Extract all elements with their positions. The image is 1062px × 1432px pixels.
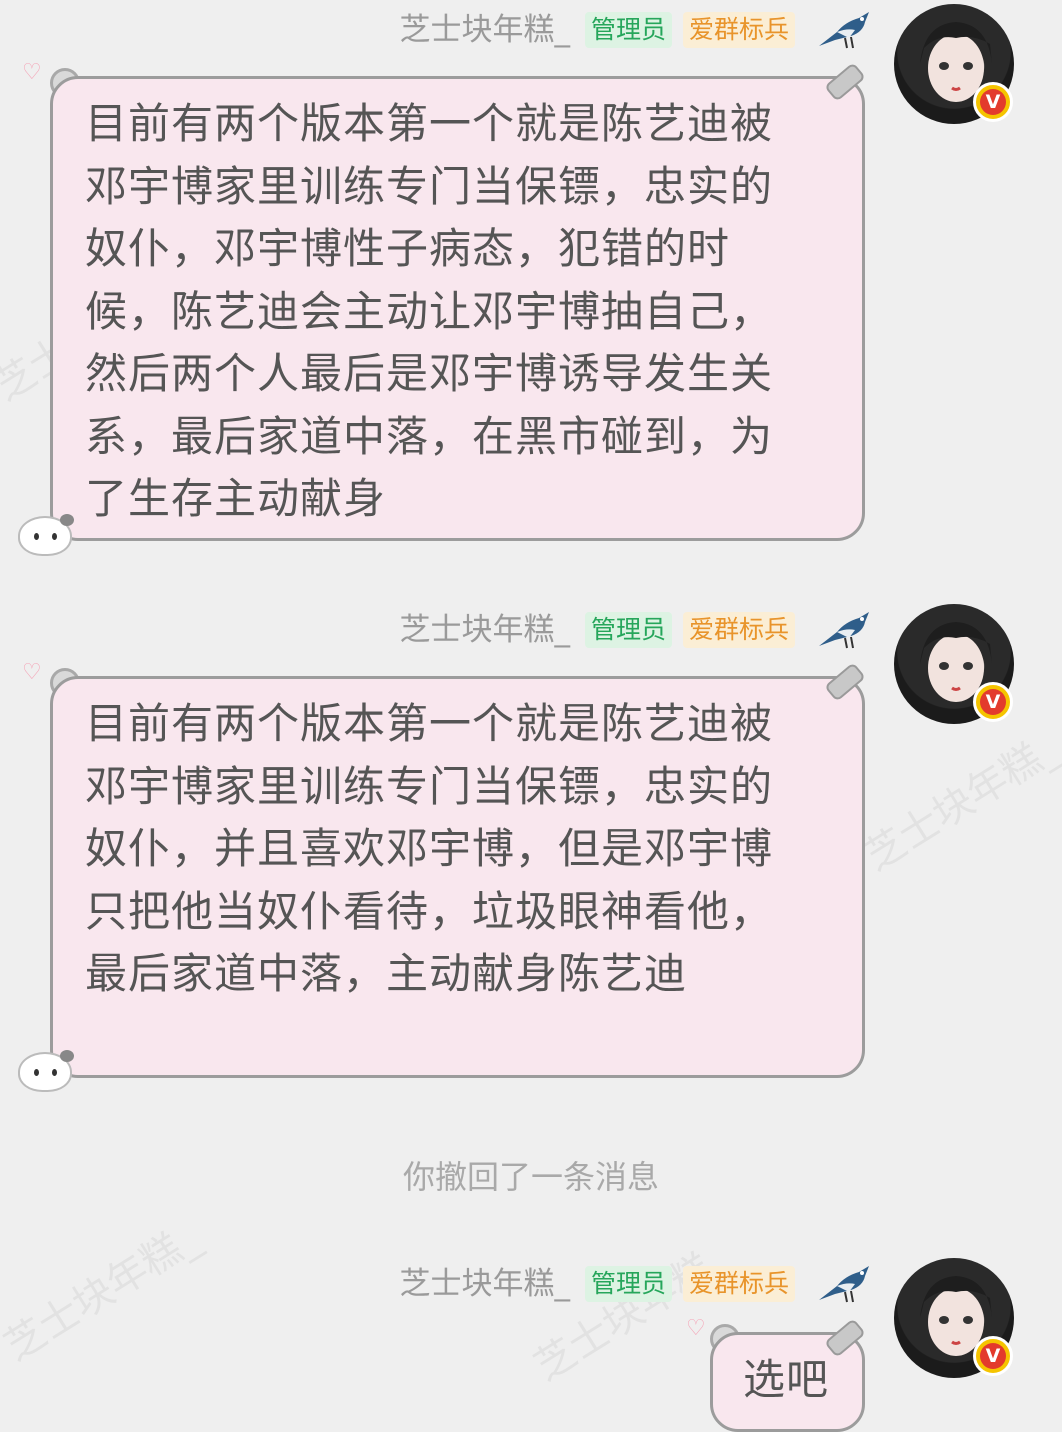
sender-nickname[interactable]: 芝士块年糕_ bbox=[400, 610, 571, 650]
message-text: 目前有两个版本第一个就是陈艺迪被邓宇博家里训练专门当保镖，忠实的奴仆，邓宇博性子… bbox=[85, 99, 774, 523]
magpie-icon bbox=[819, 1266, 869, 1303]
message-text: 目前有两个版本第一个就是陈艺迪被邓宇博家里训练专门当保镖，忠实的奴仆，并且喜欢邓… bbox=[85, 699, 774, 998]
admin-tag: 管理员 bbox=[585, 1266, 673, 1302]
admin-tag: 管理员 bbox=[585, 12, 673, 48]
admin-tag: 管理员 bbox=[585, 612, 673, 648]
heart-icon: ♡ bbox=[686, 1316, 706, 1341]
watermark: 芝士块年糕_ bbox=[856, 724, 1062, 881]
recall-notice: 你撤回了一条消息 bbox=[402, 1158, 659, 1196]
fans-level-tag: 爱群标兵 bbox=[683, 612, 796, 648]
heart-icon: ♡ bbox=[22, 60, 42, 85]
verified-badge-icon: V bbox=[973, 82, 1013, 122]
fans-level-tag: 爱群标兵 bbox=[683, 1266, 796, 1302]
magpie-icon bbox=[819, 612, 869, 649]
heart-icon: ♡ bbox=[22, 660, 42, 685]
verified-badge-icon: V bbox=[973, 682, 1013, 722]
message-text: 选吧 bbox=[743, 1355, 830, 1404]
verified-badge-icon: V bbox=[973, 1336, 1013, 1376]
sender-nickname[interactable]: 芝士块年糕_ bbox=[400, 1264, 571, 1304]
kitty-decoration-icon bbox=[18, 1050, 74, 1092]
fans-level-tag: 爱群标兵 bbox=[683, 12, 796, 48]
magpie-icon bbox=[819, 12, 869, 49]
watermark: 芝士块年糕_ bbox=[526, 1234, 738, 1391]
message-bubble[interactable]: 目前有两个版本第一个就是陈艺迪被邓宇博家里训练专门当保镖，忠实的奴仆，并且喜欢邓… bbox=[50, 676, 865, 1078]
message-bubble[interactable]: 目前有两个版本第一个就是陈艺迪被邓宇博家里训练专门当保镖，忠实的奴仆，邓宇博性子… bbox=[50, 76, 865, 541]
kitty-decoration-icon bbox=[18, 514, 74, 556]
sender-nickname[interactable]: 芝士块年糕_ bbox=[400, 10, 571, 50]
